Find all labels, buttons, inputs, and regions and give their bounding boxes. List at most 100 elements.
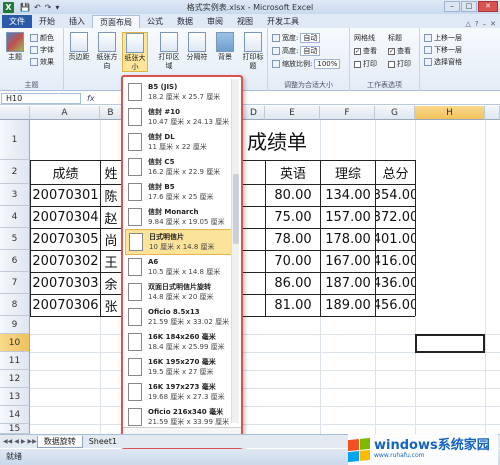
table-cell[interactable]: 20070305 (31, 229, 100, 250)
header-cell[interactable]: 英语 (266, 161, 320, 184)
row-header[interactable]: 2 (0, 160, 30, 184)
table-cell[interactable]: 456.00 (376, 295, 415, 316)
paper-size-option[interactable]: 信封 C5 16.2 厘米 x 22.9 厘米 (125, 154, 233, 180)
tab-home[interactable]: 开始 (32, 15, 62, 28)
table-cell[interactable]: 王 (101, 251, 121, 272)
table-cell[interactable]: 陈 (101, 185, 121, 206)
table-cell[interactable]: 20070302 (31, 251, 100, 272)
table-cell[interactable]: 20070304 (31, 207, 100, 228)
theme-fonts-button[interactable]: 字体 (30, 45, 54, 55)
row-header[interactable]: 9 (0, 316, 30, 334)
table-cell[interactable]: 372.00 (376, 207, 415, 228)
row-header[interactable]: 4 (0, 206, 30, 228)
theme-colors-button[interactable]: 颜色 (30, 33, 54, 43)
table-cell[interactable]: 余 (101, 273, 121, 294)
paper-size-option[interactable]: 信封 DL 11 厘米 x 22 厘米 (125, 129, 233, 155)
next-sheet-icon[interactable]: ▶ (21, 438, 26, 445)
table-cell[interactable]: 157.00 (321, 207, 375, 228)
table-cell[interactable]: 70.00 (266, 251, 320, 272)
gridlines-view-checkbox[interactable]: ✓ 查看 (354, 46, 377, 56)
paper-size-option[interactable]: 信封 Monarch 9.84 厘米 x 19.05 厘米 (125, 204, 233, 230)
last-sheet-icon[interactable]: ▶▶ (27, 438, 36, 445)
table-cell[interactable]: 354.00 (376, 185, 415, 206)
column-header[interactable]: B (100, 106, 122, 120)
row-header[interactable]: 7 (0, 272, 30, 294)
paper-size-option[interactable]: 信封 B5 17.6 厘米 x 25 厘米 (125, 179, 233, 205)
tab-review[interactable]: 审阅 (200, 15, 230, 28)
help-icon[interactable]: ? (475, 20, 479, 28)
tab-formulas[interactable]: 公式 (140, 15, 170, 28)
sheet-tab[interactable]: Sheet1 (83, 436, 123, 448)
paper-size-option[interactable]: 16K 195x270 毫米 19.5 厘米 x 27 厘米 (125, 354, 233, 380)
header-cell[interactable]: 总分 (376, 161, 415, 184)
row-header[interactable]: 15 (0, 424, 30, 434)
dropdown-scrollbar[interactable] (231, 79, 239, 423)
table-cell[interactable]: 81.00 (266, 295, 320, 316)
row-header-selected[interactable]: 10 (0, 334, 30, 352)
print-titles-button[interactable]: 打印标题 (240, 32, 266, 71)
row-header[interactable]: 12 (0, 370, 30, 388)
row-header[interactable]: 6 (0, 250, 30, 272)
select-all-corner[interactable] (0, 106, 30, 120)
table-cell[interactable]: 尚 (101, 229, 121, 250)
row-header[interactable]: 13 (0, 388, 30, 406)
column-header[interactable]: A (30, 106, 100, 120)
size-button[interactable]: 纸张大小 (122, 32, 148, 72)
table-cell[interactable]: 赵 (101, 207, 121, 228)
sheet-tab-active[interactable]: 数据旋转 (36, 435, 83, 448)
headings-view-checkbox[interactable]: ✓ 查看 (388, 46, 411, 56)
column-header[interactable]: F (320, 106, 375, 120)
paper-size-dropdown[interactable]: B5 (JIS) 18.2 厘米 x 25.7 厘米 信封 #10 10.47 厘米… (121, 75, 243, 449)
header-cell[interactable]: 姓 (101, 161, 121, 184)
table-cell[interactable]: 134.00 (321, 185, 375, 206)
table-cell[interactable]: 80.00 (266, 185, 320, 206)
table-cell[interactable]: 401.00 (376, 229, 415, 250)
column-header-selected[interactable]: H (415, 106, 485, 120)
prev-sheet-icon[interactable]: ◀ (14, 438, 19, 445)
paper-size-option[interactable]: 16K 184x260 毫米 18.4 厘米 x 25.99 厘米 (125, 329, 233, 355)
bring-forward-button[interactable]: 上移一层 (424, 33, 462, 43)
maximize-button[interactable]: □ (461, 1, 477, 12)
close-button[interactable]: ✕ (478, 1, 498, 12)
paper-size-option[interactable]: 信封 #10 10.47 厘米 x 24.13 厘米 (125, 104, 233, 130)
row-header[interactable]: 14 (0, 406, 30, 424)
header-cell[interactable]: 理综 (321, 161, 375, 184)
scrollbar-thumb[interactable] (233, 174, 239, 244)
table-cell[interactable]: 86.00 (266, 273, 320, 294)
table-cell[interactable]: 416.00 (376, 251, 415, 272)
table-cell[interactable]: 75.00 (266, 207, 320, 228)
themes-button[interactable]: 主题 (2, 32, 28, 62)
tab-view[interactable]: 视图 (230, 15, 260, 28)
table-cell[interactable]: 20070306 (31, 295, 100, 316)
table-cell[interactable]: 167.00 (321, 251, 375, 272)
margins-button[interactable]: 页边距 (66, 32, 92, 62)
row-header[interactable]: 1 (0, 120, 30, 160)
table-cell[interactable]: 20070303 (31, 273, 100, 294)
table-cell[interactable]: 436.00 (376, 273, 415, 294)
function-icon[interactable]: fx (87, 94, 95, 103)
paper-size-option[interactable]: Oficio 8.5x13 21.59 厘米 x 33.02 厘米 (125, 304, 233, 330)
gridlines-print-checkbox[interactable]: 打印 (354, 59, 377, 69)
row-header[interactable]: 5 (0, 228, 30, 250)
print-area-button[interactable]: 打印区域 (156, 32, 182, 71)
headings-print-checkbox[interactable]: 打印 (388, 59, 411, 69)
table-cell[interactable]: 178.00 (321, 229, 375, 250)
breaks-button[interactable]: 分隔符 (184, 32, 210, 62)
paper-size-option[interactable]: 16K 197x273 毫米 19.68 厘米 x 27.3 厘米 (125, 379, 233, 405)
row-header[interactable]: 8 (0, 294, 30, 316)
tab-data[interactable]: 数据 (170, 15, 200, 28)
table-cell[interactable]: 20070301 (31, 185, 100, 206)
row-header[interactable]: 11 (0, 352, 30, 370)
theme-effects-button[interactable]: 效果 (30, 57, 54, 67)
send-backward-button[interactable]: 下移一层 (424, 45, 462, 55)
column-header[interactable]: E (265, 106, 320, 120)
row-header[interactable]: 3 (0, 184, 30, 206)
first-sheet-icon[interactable]: ◀◀ (3, 438, 12, 445)
tab-page-layout[interactable]: 页面布局 (92, 15, 140, 28)
paper-size-option[interactable]: A6 10.5 厘米 x 14.8 厘米 (125, 254, 233, 280)
orientation-button[interactable]: 纸张方向 (94, 32, 120, 71)
width-dropdown[interactable]: 自动 (300, 33, 321, 43)
workbook-min-icon[interactable]: – (483, 20, 487, 28)
column-header[interactable]: G (375, 106, 415, 120)
tab-developer[interactable]: 开发工具 (260, 15, 306, 28)
